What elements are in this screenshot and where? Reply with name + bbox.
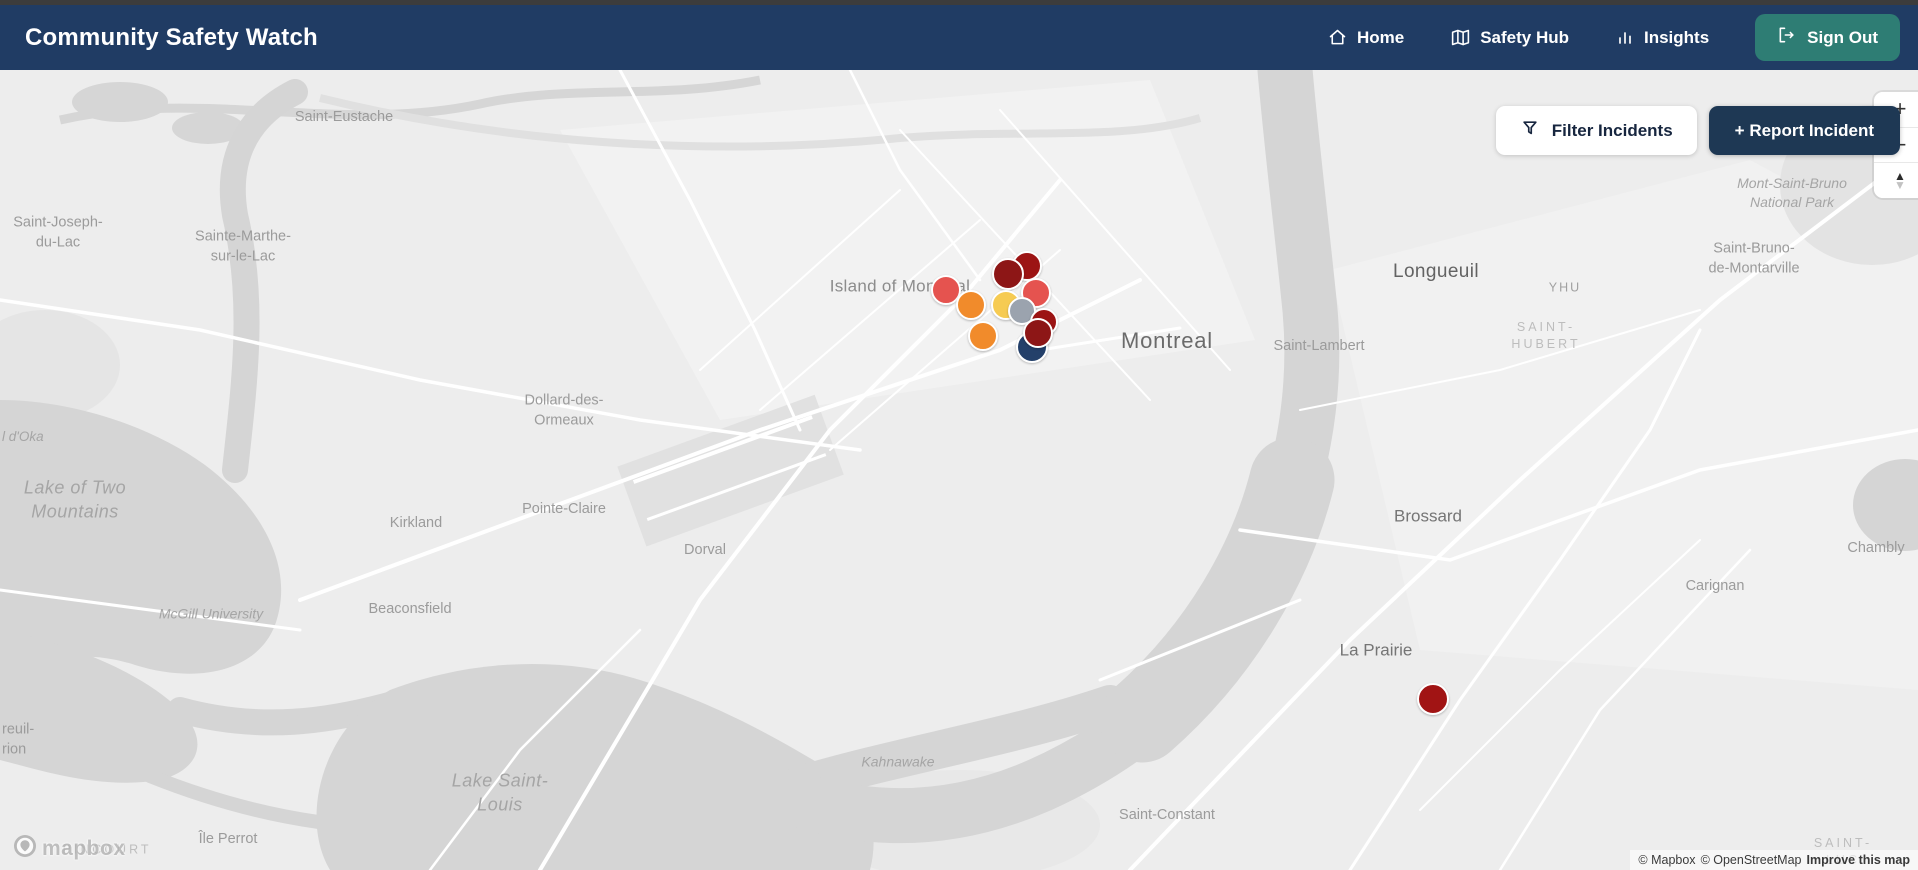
attribution-mapbox-link[interactable]: © Mapbox	[1638, 853, 1695, 867]
map-attribution: © Mapbox © OpenStreetMap Improve this ma…	[1630, 850, 1918, 870]
nav-item-safety-hub[interactable]: Safety Hub	[1450, 27, 1569, 48]
nav-label: Safety Hub	[1480, 27, 1569, 47]
attribution-osm-link[interactable]: © OpenStreetMap	[1701, 853, 1802, 867]
nav-item-home[interactable]: Home	[1327, 27, 1404, 48]
map-icon	[1450, 27, 1471, 48]
home-icon	[1327, 27, 1348, 48]
incident-marker[interactable]	[968, 321, 998, 351]
nav-label: Home	[1356, 27, 1405, 47]
incident-marker[interactable]	[1023, 318, 1053, 348]
nav-item-insights[interactable]: Insights	[1615, 28, 1709, 48]
filter-funnel-icon	[1520, 118, 1540, 143]
main-nav: Home Safety Hub Insights Sign Out	[1327, 14, 1900, 61]
sign-out-button[interactable]: Sign Out	[1755, 14, 1900, 61]
log-out-icon	[1777, 25, 1797, 50]
mapbox-wordmark: mapbox	[42, 836, 126, 860]
incident-map[interactable]: Saint-Eustache Saint-Joseph- du-Lac Sainte…	[0, 70, 1918, 870]
bar-chart-icon	[1615, 28, 1635, 48]
map-markers-layer	[0, 70, 1918, 870]
filter-incidents-button[interactable]: Filter Incidents	[1495, 106, 1697, 155]
incident-marker[interactable]	[992, 258, 1024, 290]
compass-needle-icon: ▲ ▼	[1894, 168, 1906, 192]
app-window: Community Safety Watch Home Safety Hub I…	[0, 0, 1918, 870]
report-incident-button[interactable]: + Report Incident	[1708, 106, 1900, 155]
app-header: Community Safety Watch Home Safety Hub I…	[0, 5, 1918, 70]
compass-button[interactable]: ▲ ▼	[1874, 162, 1918, 198]
sign-out-label: Sign Out	[1807, 27, 1878, 47]
nav-label: Insights	[1644, 27, 1710, 47]
incident-marker[interactable]	[956, 290, 986, 320]
filter-label: Filter Incidents	[1551, 120, 1673, 140]
incident-marker[interactable]	[1417, 683, 1449, 715]
improve-map-link[interactable]: Improve this map	[1807, 853, 1911, 867]
page-title: Community Safety Watch	[25, 23, 318, 51]
mapbox-logo-icon	[12, 833, 38, 864]
map-toolbar: Filter Incidents + Report Incident	[1495, 106, 1900, 155]
mapbox-logo[interactable]: mapbox	[12, 833, 126, 864]
